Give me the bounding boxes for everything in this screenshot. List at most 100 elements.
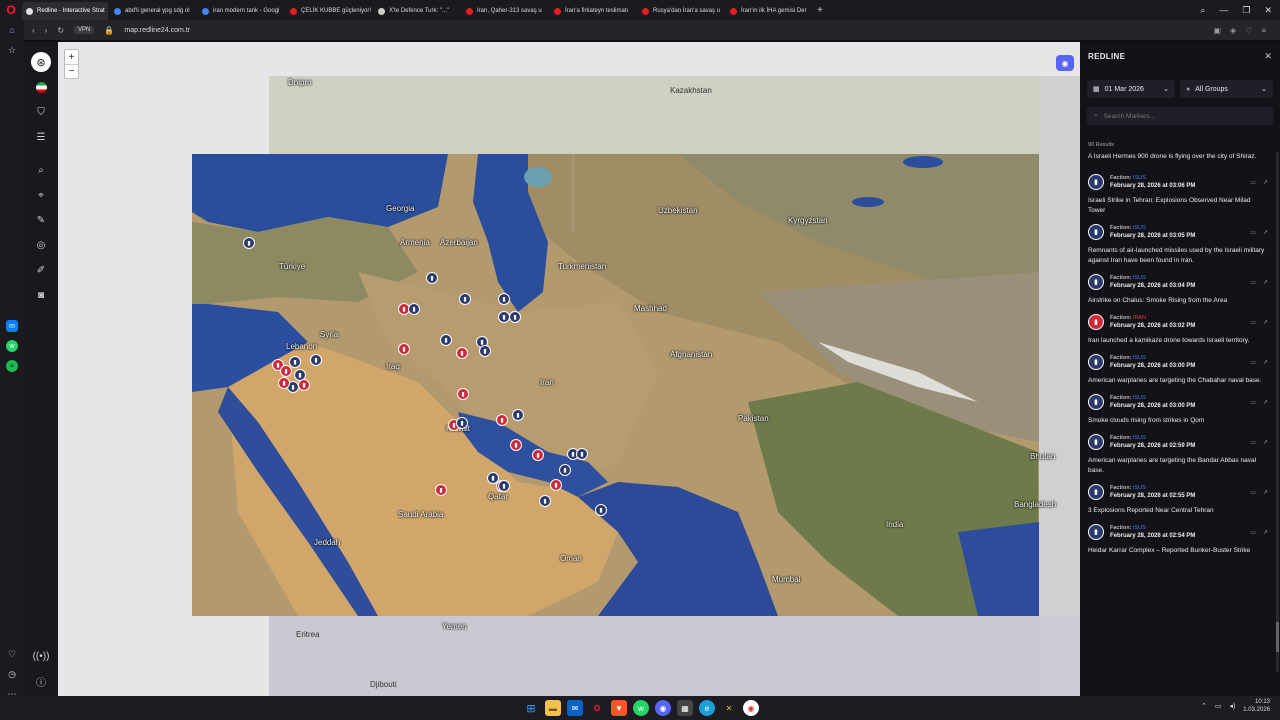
map-event-marker[interactable]: ▮ [509,311,521,323]
map-event-marker[interactable]: ▮ [280,365,292,377]
chrome-icon[interactable]: ◉ [743,700,759,716]
feed-item[interactable]: ▮ Faction: ISUS February 28, 2026 at 03:00… [1080,394,1276,426]
map-event-marker[interactable]: ▮ [498,480,510,492]
external-link-icon[interactable]: ↗ [1263,179,1268,186]
map-event-marker[interactable]: ▮ [539,495,551,507]
locate-icon[interactable]: ▭ [1250,529,1256,536]
feed-item[interactable]: ▮ Faction: ISUS February 28, 2026 at 03:04… [1080,274,1276,306]
history-icon[interactable]: ◷ [6,668,18,680]
file-explorer-icon[interactable]: ▬ [545,700,561,716]
heart-icon[interactable]: ♡ [1245,26,1252,35]
map-event-marker[interactable]: ▮ [479,345,491,357]
search-icon[interactable]: ⌕ [31,160,51,180]
extensions-icon[interactable]: ◈ [1230,26,1236,35]
feed-item[interactable]: ▮ Faction: ISUS February 28, 2026 at 03:00… [1080,354,1276,386]
map-event-marker[interactable]: ▮ [457,388,469,400]
map-event-marker[interactable]: ▮ [498,293,510,305]
maximize-icon[interactable]: ❐ [1242,5,1250,16]
map-event-marker[interactable]: ▮ [398,343,410,355]
menu-icon[interactable]: ≡ [1261,26,1266,35]
feed-item[interactable]: ▮ Faction: ISUS February 28, 2026 at 03:06… [1080,174,1276,216]
broadcast-icon[interactable]: ((•)) [31,646,51,666]
locate-icon[interactable]: ▭ [1250,399,1256,406]
search-markers-input[interactable]: ⌕ Search Markers... [1087,107,1273,125]
feed-item[interactable]: ▮ Faction: ISUS February 28, 2026 at 02:55… [1080,484,1276,516]
snapshot-icon[interactable]: ▣ [1213,26,1221,35]
feed-item[interactable]: ▮ Faction: ISUS February 28, 2026 at 02:59… [1080,434,1276,476]
map-event-marker[interactable]: ▮ [310,354,322,366]
external-link-icon[interactable]: ↗ [1263,399,1268,406]
map-event-marker[interactable]: ▮ [576,448,588,460]
map-event-marker[interactable]: ▮ [496,414,508,426]
map-event-marker[interactable]: ▮ [278,377,290,389]
map-event-marker[interactable]: ▮ [559,464,571,476]
volume-icon[interactable]: ◂) [1229,702,1235,710]
date-select[interactable]: ▦ 01 Mar 2026 ⌄ [1087,80,1175,98]
external-link-icon[interactable]: ↗ [1263,279,1268,286]
forward-icon[interactable]: › [45,26,48,35]
zoom-in-button[interactable]: + [65,50,78,64]
opera-logo-icon[interactable]: O [0,0,22,20]
map-view[interactable]: + − ◉ Kazakhstan Uzbekistan Kyrgyzstan Geor… [58,42,1080,696]
event-feed[interactable]: A Israeli Hermes 900 drone is flying ove… [1080,152,1276,696]
map-event-marker[interactable]: ▮ [456,347,468,359]
reload-icon[interactable]: ↻ [57,26,64,35]
pin-icon[interactable]: ⌖ [31,185,51,205]
map-event-marker[interactable]: ▮ [289,356,301,368]
flag-icon[interactable] [31,77,51,97]
tray-chevron-icon[interactable]: ⌃ [1201,702,1207,710]
external-link-icon[interactable]: ↗ [1263,529,1268,536]
external-link-icon[interactable]: ↗ [1263,229,1268,236]
home-icon[interactable]: ⌂ [6,24,18,36]
windows-start-icon[interactable]: ⊞ [523,700,539,716]
url-field[interactable]: map.redline24.com.tr [124,27,190,34]
discord-taskbar-icon[interactable]: ◉ [655,700,671,716]
locate-icon[interactable]: ▭ [1250,229,1256,236]
whatsapp-icon[interactable]: w [633,700,649,716]
vpn-badge[interactable]: VPN [74,26,95,34]
calculator-icon[interactable]: ▦ [677,700,693,716]
map-event-marker[interactable]: ▮ [426,272,438,284]
locate-icon[interactable]: ▭ [1250,489,1256,496]
browser-tab[interactable]: Iran, Qaher-313 savaş u [462,2,548,20]
spotify-icon[interactable]: ≈ [6,360,18,372]
close-window-icon[interactable]: ✕ [1264,5,1272,16]
map-event-marker[interactable]: ▮ [459,293,471,305]
feed-item[interactable]: A Israeli Hermes 900 drone is flying ove… [1080,152,1276,162]
camera-icon[interactable]: ◙ [31,285,51,305]
browser-tab[interactable]: Redline - Interactive Strat [22,2,108,20]
group-select[interactable]: ● All Groups ⌄ [1180,80,1273,98]
tool-icon[interactable]: ✕ [721,700,737,716]
locate-icon[interactable]: ▭ [1250,179,1256,186]
brave-icon[interactable]: ▼ [611,700,627,716]
target-icon[interactable]: ◎ [31,235,51,255]
heart-sidebar-icon[interactable]: ♡ [6,648,18,660]
browser-tab[interactable]: X'te Defence Turk: "..." [374,2,460,20]
close-panel-icon[interactable]: ✕ [1264,51,1272,62]
back-icon[interactable]: ‹ [32,26,35,35]
map-event-marker[interactable]: ▮ [510,439,522,451]
map-event-marker[interactable]: ▮ [408,303,420,315]
map-event-marker[interactable]: ▮ [512,409,524,421]
browser-tab[interactable]: ÇELİK KUBBE güçleniyor! [286,2,372,20]
draw-icon[interactable]: ✐ [31,260,51,280]
map-event-marker[interactable]: ▮ [595,504,607,516]
shield-icon[interactable]: ⛉ [31,102,51,122]
discord-icon[interactable]: ◉ [1056,55,1074,71]
map-event-marker[interactable]: ▮ [532,449,544,461]
map-event-marker[interactable]: ▮ [456,417,468,429]
whatsapp-icon[interactable]: w [6,340,18,352]
new-tab-button[interactable]: + [812,5,828,16]
ruler-icon[interactable]: ✎ [31,210,51,230]
messenger-icon[interactable]: m [6,320,18,332]
scrollbar[interactable] [1276,152,1279,672]
map-event-marker[interactable]: ▮ [298,379,310,391]
info-icon[interactable]: ⓘ [31,671,51,691]
feed-item[interactable]: ▮ Faction: IRAN February 28, 2026 at 03:02… [1080,314,1276,346]
locate-icon[interactable]: ▭ [1250,279,1256,286]
mail-icon[interactable]: ✉ [567,700,583,716]
feed-item[interactable]: ▮ Faction: ISUS February 28, 2026 at 03:05… [1080,224,1276,266]
map-event-marker[interactable]: ▮ [435,484,447,496]
external-link-icon[interactable]: ↗ [1263,319,1268,326]
browser-tab[interactable]: İran'a firkateyn teslimatı [550,2,636,20]
